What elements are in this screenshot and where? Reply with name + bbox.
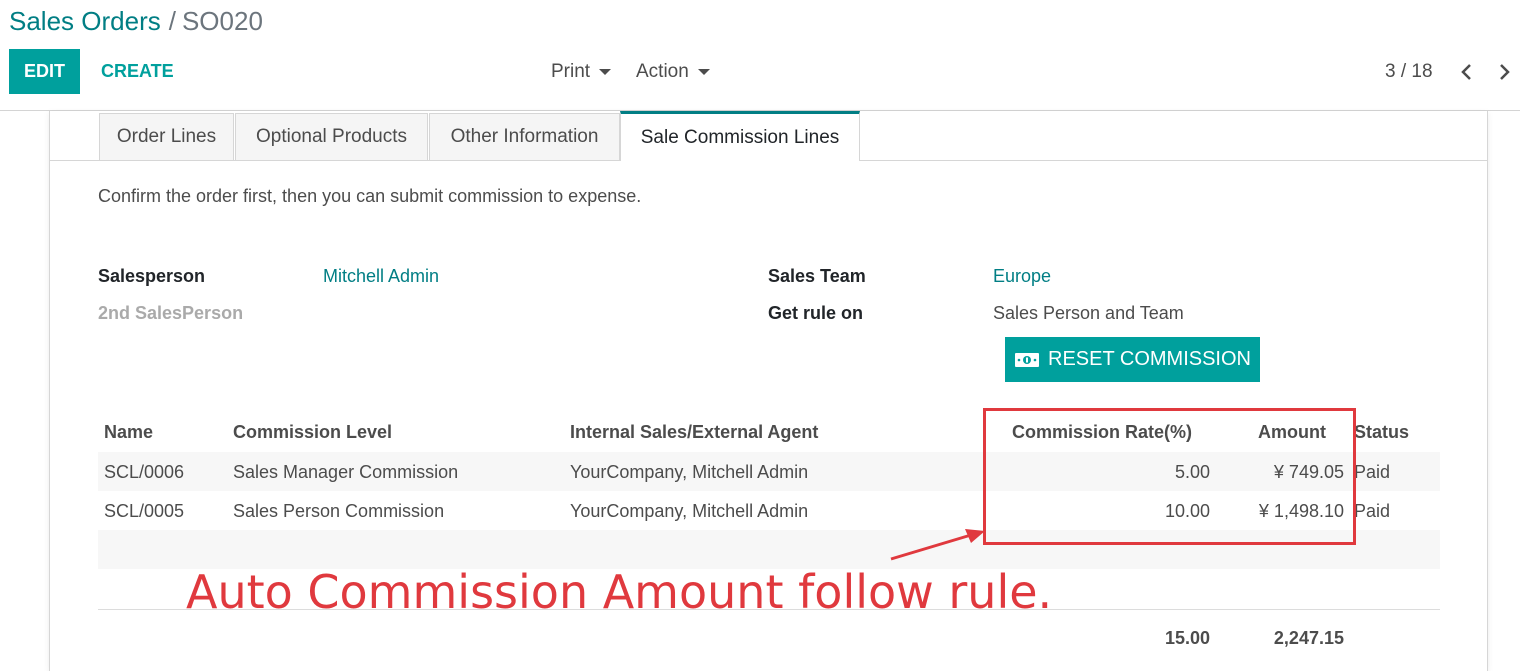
row-commission-level: Sales Person Commission — [233, 501, 445, 521]
row-name: SCL/0005 — [104, 501, 185, 521]
caret-down-icon — [697, 68, 710, 75]
pager-previous-button[interactable] — [1456, 49, 1476, 94]
print-label: Print — [551, 60, 591, 82]
column-header-name[interactable]: Name — [104, 422, 153, 443]
breadcrumb-separator: / — [168, 6, 176, 36]
annotation-text: Auto Commission Amount follow rule. — [186, 565, 1053, 619]
pager-next-button[interactable] — [1495, 49, 1515, 94]
action-label: Action — [636, 60, 689, 82]
breadcrumb: Sales Orders / SO020 — [9, 4, 263, 38]
tab-other-information[interactable]: Other Information — [429, 113, 620, 160]
action-dropdown[interactable]: Action — [636, 49, 710, 94]
money-icon — [1015, 352, 1039, 367]
row-commission-level: Sales Manager Commission — [233, 462, 459, 482]
tab-optional-products[interactable]: Optional Products — [235, 113, 428, 160]
pager-value[interactable]: 3 / 18 — [1385, 49, 1433, 94]
tab-sale-commission-lines[interactable]: Sale Commission Lines — [620, 111, 860, 161]
column-header-status[interactable]: Status — [1354, 422, 1409, 443]
row-agent: YourCompany, Mitchell Admin — [570, 501, 809, 521]
second-salesperson-label: 2nd SalesPerson — [98, 303, 244, 323]
sales-team-label: Sales Team — [768, 266, 866, 286]
breadcrumb-sales-orders[interactable]: Sales Orders — [9, 6, 161, 36]
reset-commission-button[interactable]: RESET COMMISSION — [1005, 337, 1260, 382]
get-rule-label: Get rule on — [768, 303, 864, 323]
create-button[interactable]: CREATE — [101, 49, 174, 94]
confirm-notice: Confirm the order first, then you can su… — [98, 186, 642, 206]
tab-order-lines[interactable]: Order Lines — [99, 113, 234, 160]
row-agent: YourCompany, Mitchell Admin — [570, 462, 809, 482]
annotation-arrow-icon — [890, 529, 985, 561]
total-commission-rate: 15.00 — [1164, 628, 1210, 648]
column-header-commission-level[interactable]: Commission Level — [233, 422, 392, 443]
caret-down-icon — [599, 68, 612, 75]
row-name: SCL/0006 — [104, 462, 185, 482]
salesperson-label: Salesperson — [98, 266, 206, 286]
salesperson-value[interactable]: Mitchell Admin — [323, 266, 439, 287]
chevron-right-icon — [1500, 63, 1510, 80]
column-header-agent[interactable]: Internal Sales/External Agent — [570, 422, 818, 443]
annotation-highlight-box — [983, 408, 1356, 545]
get-rule-value: Sales Person and Team — [993, 303, 1184, 323]
total-amount: 2,247.15 — [1273, 628, 1344, 648]
print-dropdown[interactable]: Print — [551, 49, 612, 94]
sales-team-value[interactable]: Europe — [993, 266, 1051, 287]
edit-button[interactable]: EDIT — [9, 49, 80, 94]
breadcrumb-current: SO020 — [181, 6, 263, 36]
row-status: Paid — [1354, 462, 1391, 482]
row-status: Paid — [1354, 501, 1391, 521]
chevron-left-icon — [1461, 63, 1471, 80]
control-panel: Sales Orders / SO020 EDIT CREATE Print Act… — [0, 0, 1520, 111]
reset-commission-label: RESET COMMISSION — [1048, 348, 1251, 370]
